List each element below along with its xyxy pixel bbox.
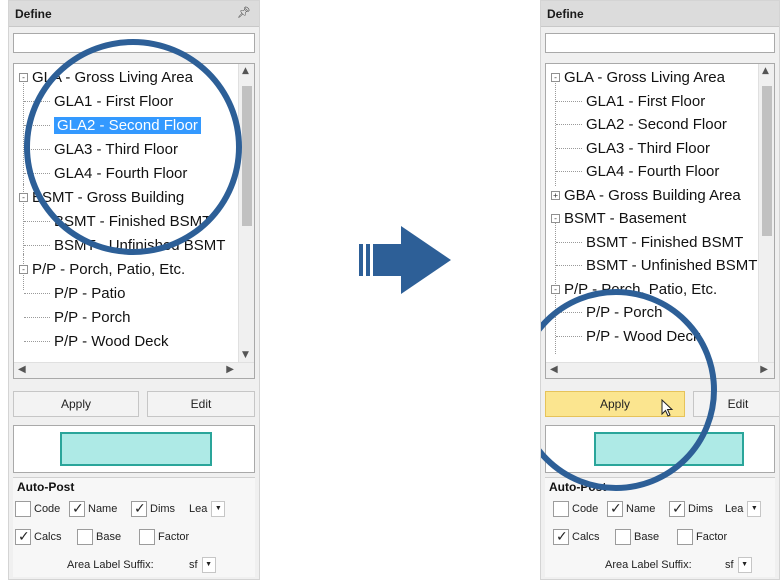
scroll-right-icon[interactable]: ▶: [226, 364, 234, 375]
chevron-down-icon: ▼: [737, 557, 752, 574]
define-panel-before: Define 📌︎ GLA - Gross Living Area - GLA1 -…: [8, 0, 260, 580]
base-checkbox[interactable]: Base: [77, 528, 121, 546]
tree-group[interactable]: GLA - Gross Living Area: [564, 66, 725, 89]
color-swatch[interactable]: [60, 432, 212, 466]
suffix-dropdown[interactable]: sf ▼: [725, 556, 752, 574]
name-checkbox[interactable]: ✓ Name: [69, 500, 117, 518]
tree-connector: [556, 241, 582, 243]
tree-connector: [556, 100, 582, 102]
lea-dropdown[interactable]: Lea ▼: [725, 500, 762, 518]
scroll-right-icon[interactable]: ▶: [760, 364, 768, 375]
tree-item[interactable]: BSMT - Finished BSMT: [586, 231, 743, 254]
collapse-icon[interactable]: -: [551, 73, 560, 82]
tree-item[interactable]: GLA2 - Second Floor: [586, 113, 727, 136]
vertical-scrollbar[interactable]: ▲ ▼: [238, 64, 254, 362]
chevron-down-icon: ▼: [201, 557, 216, 574]
panel-titlebar: Define 📌︎: [9, 1, 259, 27]
tree-group[interactable]: GBA - Gross Building Area: [564, 184, 741, 207]
tree-item[interactable]: GLA4 - Fourth Floor: [586, 160, 719, 183]
highlight-circle: [24, 39, 242, 255]
area-label-suffix-label: Area Label Suffix:: [67, 559, 154, 571]
auto-post-section: Auto-Post Code ✓ Name ✓ Dims Lea ▼ ✓ Calcs B…: [545, 477, 775, 577]
tree-connector: [24, 317, 50, 318]
horizontal-scrollbar[interactable]: ◀ ▶: [14, 362, 254, 378]
base-checkbox[interactable]: Base: [615, 528, 659, 546]
tree-group[interactable]: BSMT - Basement: [564, 207, 686, 230]
edit-button[interactable]: Edit: [147, 391, 255, 417]
auto-post-section: Auto-Post Code ✓ Name ✓ Dims Lea ▼ ✓ Calcs B…: [13, 477, 255, 577]
scroll-down-icon[interactable]: ▼: [242, 350, 249, 360]
tree-connector: [24, 221, 50, 222]
tree-group[interactable]: P/P - Porch, Patio, Etc.: [32, 258, 185, 281]
tree-connector: [556, 124, 582, 125]
dims-checkbox[interactable]: ✓ Dims: [131, 500, 175, 518]
chevron-down-icon: ▼: [211, 501, 226, 518]
tree-connector: [24, 245, 50, 246]
pin-icon[interactable]: 📌︎: [237, 6, 251, 19]
tree-item[interactable]: GLA3 - Third Floor: [586, 137, 710, 160]
tree-connector: [24, 341, 50, 342]
collapse-icon[interactable]: -: [551, 214, 560, 223]
vertical-scrollbar[interactable]: ▲: [758, 64, 774, 362]
scroll-up-icon[interactable]: ▲: [762, 66, 769, 76]
area-label-suffix-label: Area Label Suffix:: [605, 559, 692, 571]
tree-connector: [556, 147, 582, 149]
calcs-checkbox[interactable]: ✓ Calcs: [15, 528, 62, 546]
code-checkbox[interactable]: Code: [15, 500, 60, 518]
tree-connector: [556, 171, 582, 172]
factor-checkbox[interactable]: Factor: [677, 528, 727, 546]
expand-icon[interactable]: +: [551, 190, 560, 200]
auto-post-title: Auto-Post: [17, 480, 75, 494]
factor-checkbox[interactable]: Factor: [139, 528, 189, 546]
dims-checkbox[interactable]: ✓ Dims: [669, 500, 713, 518]
name-checkbox[interactable]: ✓ Name: [607, 500, 655, 518]
tree-item[interactable]: P/P - Porch: [54, 306, 130, 329]
suffix-dropdown[interactable]: sf ▼: [189, 556, 216, 574]
tree-item[interactable]: P/P - Wood Deck: [54, 330, 169, 353]
panel-titlebar: Define: [541, 1, 779, 27]
tree-item[interactable]: P/P - Patio: [54, 282, 125, 305]
scroll-left-icon[interactable]: ◀: [18, 364, 26, 375]
tree-connector: [556, 265, 582, 266]
calcs-checkbox[interactable]: ✓ Calcs: [553, 528, 600, 546]
scroll-up-icon[interactable]: ▲: [242, 66, 249, 76]
collapse-icon[interactable]: -: [19, 73, 28, 82]
search-input[interactable]: [545, 33, 775, 53]
lea-dropdown[interactable]: Lea ▼: [189, 500, 226, 518]
apply-button[interactable]: Apply: [13, 391, 139, 417]
define-panel-after: Define GLA - Gross Living Area - GLA1 - Fi…: [540, 0, 780, 580]
collapse-icon[interactable]: -: [551, 284, 560, 294]
collapse-icon[interactable]: -: [19, 193, 28, 202]
color-preview: [13, 425, 255, 473]
scroll-thumb[interactable]: [762, 86, 772, 236]
code-checkbox[interactable]: Code: [553, 500, 598, 518]
tree-item[interactable]: BSMT - Unfinished BSMT: [586, 254, 757, 277]
panel-title: Define: [15, 7, 52, 21]
chevron-down-icon: ▼: [747, 501, 762, 518]
tree-connector: [24, 293, 50, 294]
panel-title: Define: [547, 7, 584, 21]
tree-item[interactable]: GLA1 - First Floor: [586, 90, 705, 113]
collapse-icon[interactable]: -: [19, 265, 28, 274]
right-arrow-icon: [359, 226, 451, 294]
scroll-thumb[interactable]: [242, 86, 252, 226]
